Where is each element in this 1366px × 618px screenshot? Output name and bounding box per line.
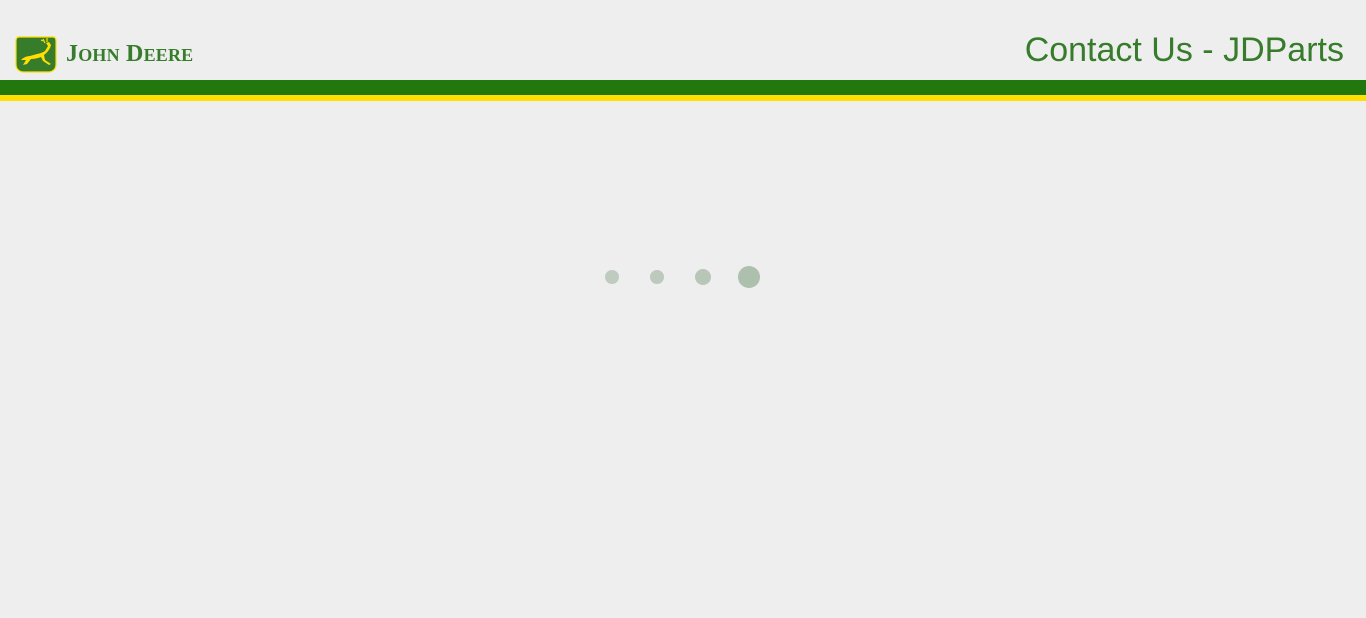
brand-name: JOHN DEERE xyxy=(66,42,193,66)
brand-name-rest-1: OHN xyxy=(78,45,120,65)
loader-dot xyxy=(695,269,711,285)
brand-name-initial-2: D xyxy=(126,41,144,67)
loader-dot xyxy=(650,270,664,284)
header-stripe-green xyxy=(0,80,1366,95)
header: JOHN DEERE Contact Us - JDParts xyxy=(0,0,1366,80)
loader-dot xyxy=(605,270,619,284)
john-deere-logo[interactable]: JOHN DEERE xyxy=(15,34,193,74)
page-title: Contact Us - JDParts xyxy=(1024,31,1344,69)
leaping-deer-icon xyxy=(15,36,57,73)
brand-name-initial-1: J xyxy=(66,41,79,67)
loading-dots-icon xyxy=(600,262,770,292)
page: JOHN DEERE Contact Us - JDParts xyxy=(0,0,1366,618)
brand-name-rest-2: EERE xyxy=(143,45,194,65)
loader-dot xyxy=(738,266,760,288)
header-stripe-yellow xyxy=(0,95,1366,101)
